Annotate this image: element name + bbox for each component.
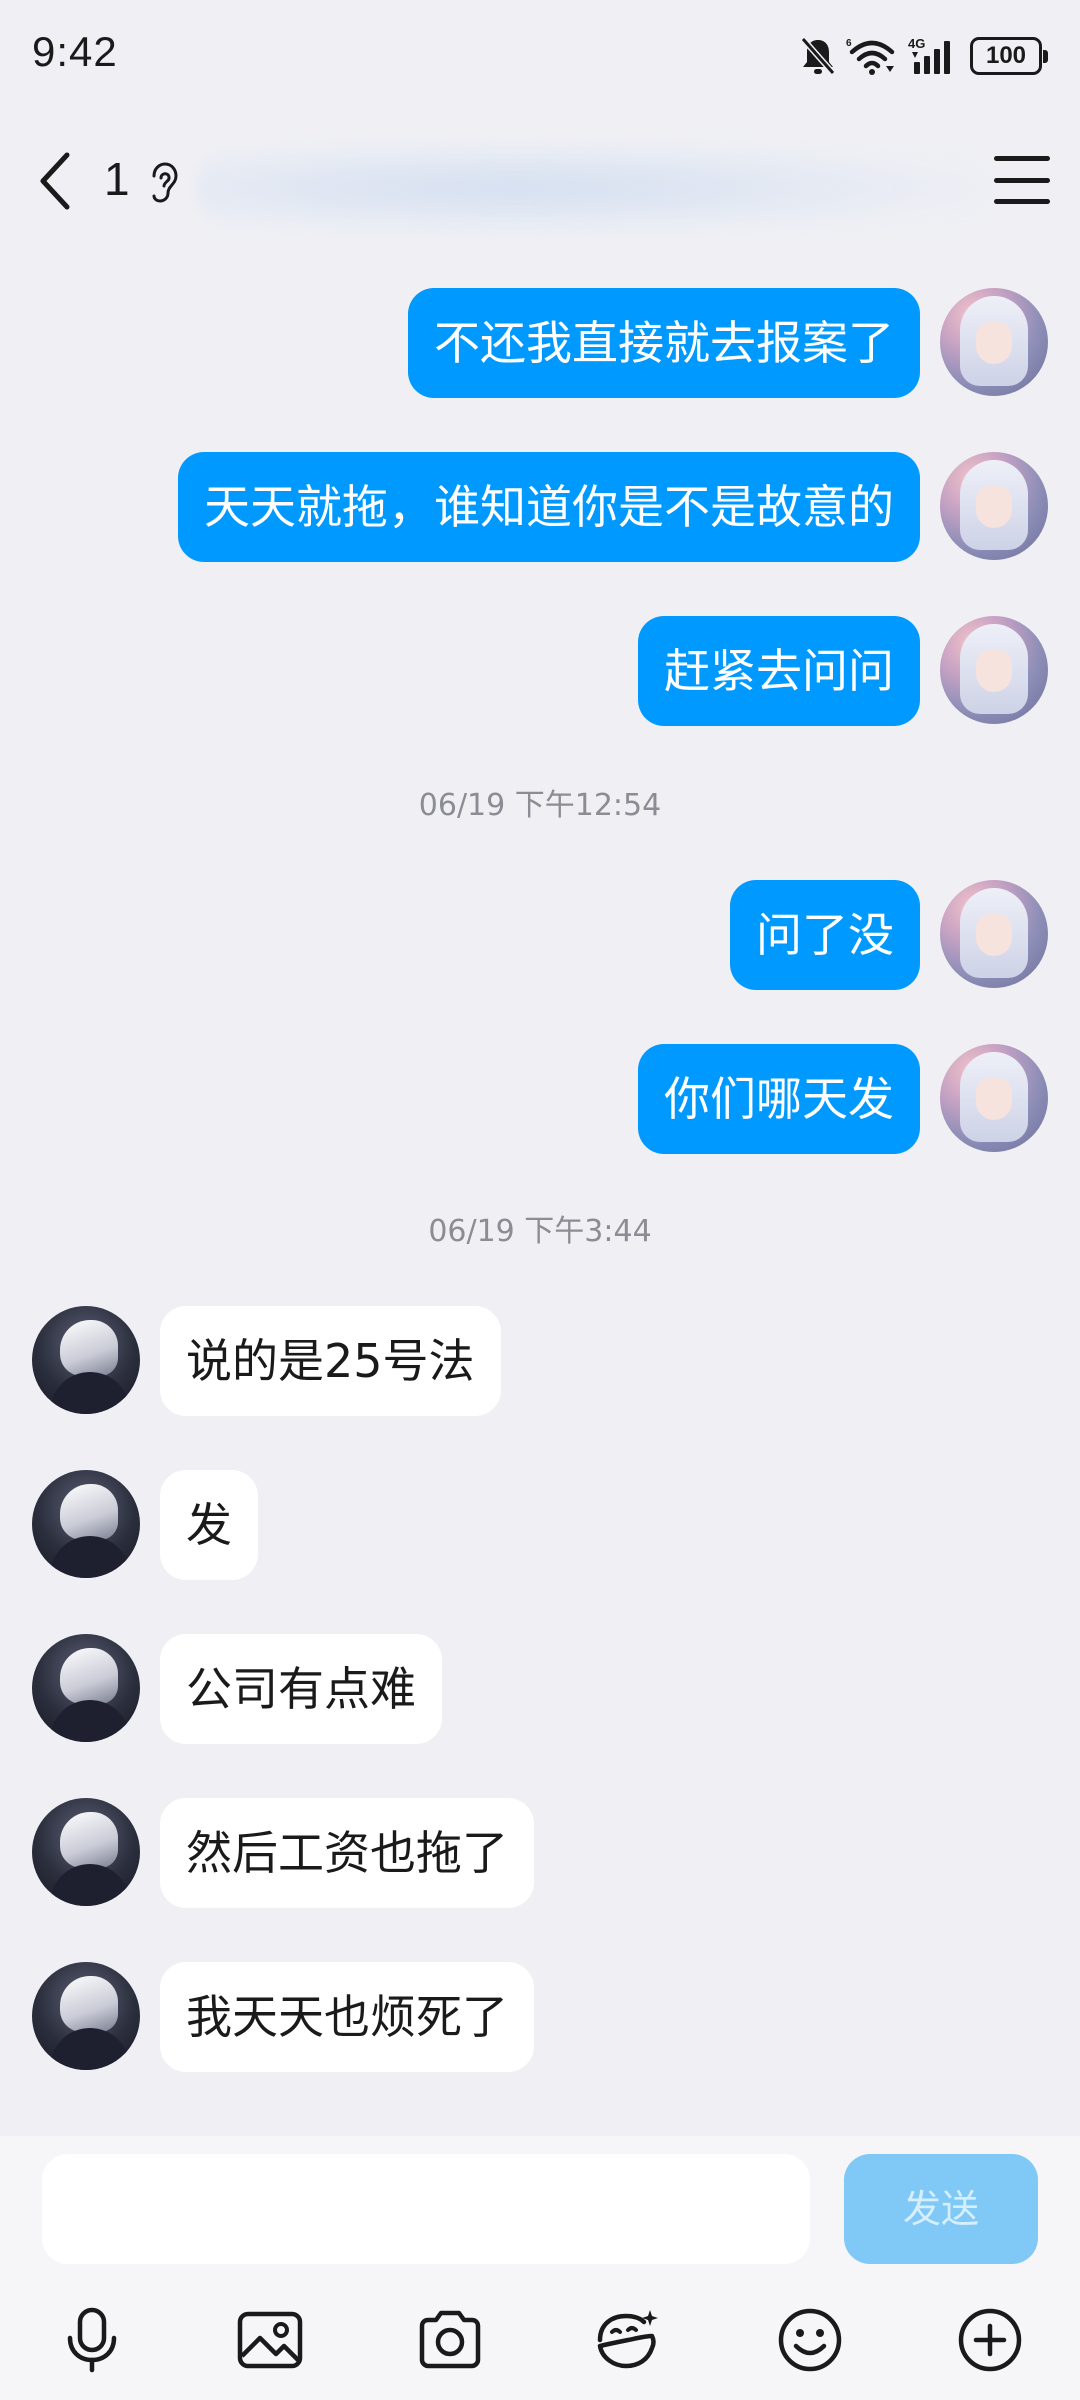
chat-header: 1 [0, 112, 1080, 248]
plus-icon [958, 2308, 1022, 2372]
send-button[interactable]: 发送 [844, 2154, 1038, 2264]
message-bubble[interactable]: 公司有点难 [160, 1634, 442, 1744]
menu-icon-line [994, 156, 1050, 161]
svg-text:6: 6 [846, 38, 852, 49]
bell-off-icon [800, 37, 836, 75]
more-button[interactable] [954, 2304, 1026, 2376]
svg-text:4G: 4G [908, 36, 925, 51]
message-list[interactable]: 不还我直接就去报案了 天天就拖，谁知道你是不是故意的 赶紧去问问 06/19 下… [0, 248, 1080, 2128]
message-outgoing[interactable]: 天天就拖，谁知道你是不是故意的 [0, 452, 1080, 562]
input-toolbar [0, 2282, 1080, 2392]
self-avatar[interactable] [940, 1044, 1048, 1152]
back-button[interactable] [30, 146, 80, 216]
ear-icon[interactable] [146, 160, 180, 204]
sticker-button[interactable] [592, 2304, 664, 2376]
message-timestamp: 06/19 下午12:54 [418, 788, 662, 823]
battery-icon: 100 [970, 37, 1048, 75]
sticker-icon [597, 2310, 658, 2369]
message-bubble[interactable]: 我天天也烦死了 [160, 1962, 534, 2072]
microphone-icon [67, 2307, 117, 2373]
input-area: 发送 [0, 2136, 1080, 2400]
message-outgoing[interactable]: 你们哪天发 [0, 1044, 1080, 1154]
menu-icon-line [994, 177, 1050, 183]
message-incoming[interactable]: 公司有点难 [0, 1634, 1080, 1744]
emoji-button[interactable] [774, 2304, 846, 2376]
contact-avatar[interactable] [32, 1306, 140, 1414]
message-bubble[interactable]: 然后工资也拖了 [160, 1798, 534, 1908]
camera-icon [419, 2310, 481, 2369]
message-bubble[interactable]: 天天就拖，谁知道你是不是故意的 [178, 452, 920, 562]
message-outgoing[interactable]: 问了没 [0, 880, 1080, 990]
menu-icon-line [994, 199, 1050, 204]
unread-count[interactable]: 1 [104, 152, 130, 206]
message-incoming[interactable]: 然后工资也拖了 [0, 1798, 1080, 1908]
contact-avatar[interactable] [32, 1798, 140, 1906]
status-bar: 9:42 6 4G 100 [0, 0, 1080, 112]
message-outgoing[interactable]: 不还我直接就去报案了 [0, 288, 1080, 398]
signal-icon: 4G [908, 36, 950, 74]
menu-button[interactable] [994, 156, 1050, 204]
self-avatar[interactable] [940, 880, 1048, 988]
contact-avatar[interactable] [32, 1634, 140, 1742]
self-avatar[interactable] [940, 288, 1048, 396]
wifi-icon: 6 [846, 38, 895, 75]
voice-button[interactable] [56, 2304, 128, 2376]
message-input[interactable] [42, 2154, 810, 2264]
message-bubble[interactable]: 赶紧去问问 [638, 616, 920, 726]
contact-avatar[interactable] [32, 1470, 140, 1578]
message-outgoing[interactable]: 赶紧去问问 [0, 616, 1080, 726]
message-incoming[interactable]: 发 [0, 1470, 1080, 1580]
chat-title-blurred [196, 140, 996, 236]
self-avatar[interactable] [940, 616, 1048, 724]
message-bubble[interactable]: 你们哪天发 [638, 1044, 920, 1154]
message-bubble[interactable]: 发 [160, 1470, 258, 1580]
battery-level: 100 [985, 42, 1027, 69]
image-button[interactable] [234, 2304, 306, 2376]
emoji-icon [778, 2308, 842, 2372]
self-avatar[interactable] [940, 452, 1048, 560]
contact-avatar[interactable] [32, 1962, 140, 2070]
message-bubble[interactable]: 说的是25号法 [160, 1306, 501, 1416]
image-icon [237, 2311, 303, 2369]
camera-button[interactable] [414, 2304, 486, 2376]
message-timestamp: 06/19 下午3:44 [428, 1214, 652, 1249]
back-arrow-icon [40, 152, 70, 210]
message-incoming[interactable]: 说的是25号法 [0, 1306, 1080, 1416]
message-bubble[interactable]: 问了没 [730, 880, 920, 990]
message-bubble[interactable]: 不还我直接就去报案了 [408, 288, 920, 398]
status-icons: 6 4G 100 [800, 34, 1048, 78]
message-incoming[interactable]: 我天天也烦死了 [0, 1962, 1080, 2072]
status-time: 9:42 [32, 28, 118, 75]
